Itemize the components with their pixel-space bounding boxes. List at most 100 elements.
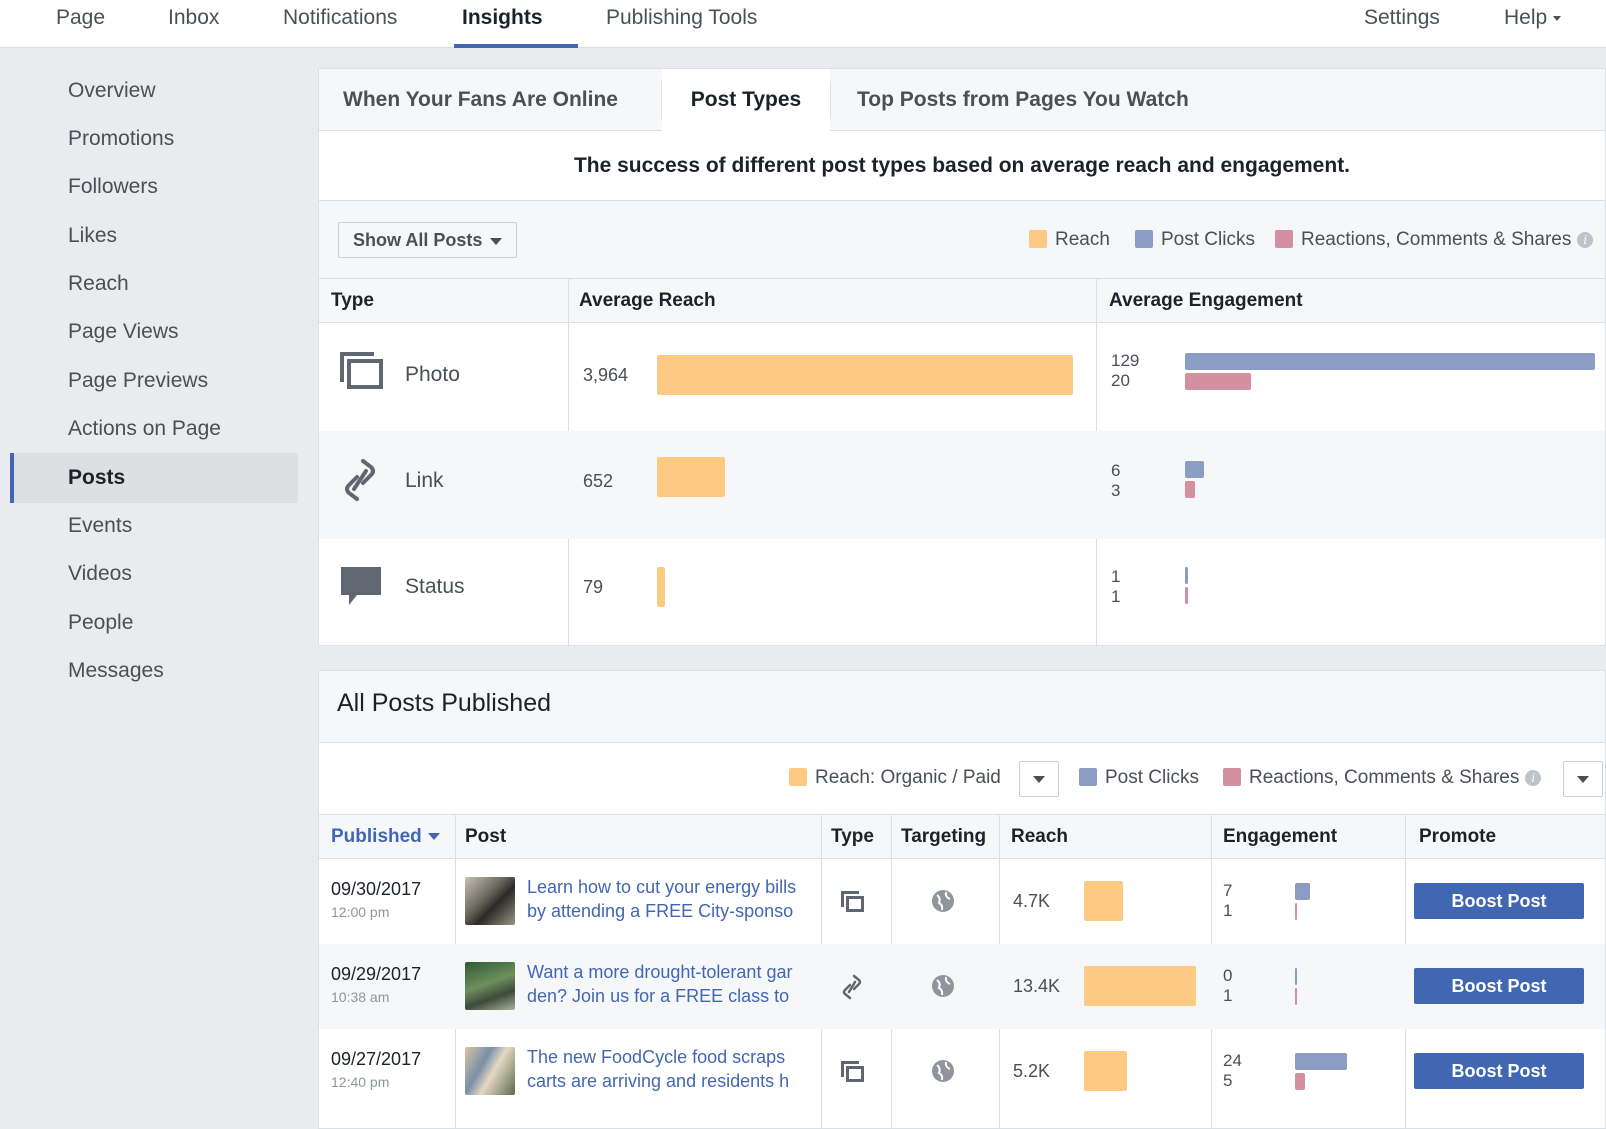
table-row[interactable]: 09/29/2017 10:38 am Want a more drought-… <box>319 944 1605 1029</box>
average-reactions-bar <box>1185 481 1195 498</box>
average-reach-value: 652 <box>583 471 614 491</box>
all-posts-table-header: Published Post Type Targeting Reach Enga… <box>319 815 1605 859</box>
top-nav: Page Inbox Notifications Insights Publis… <box>0 0 1606 48</box>
post-thumbnail[interactable] <box>465 962 515 1010</box>
sidebar-item-likes[interactable]: Likes <box>10 211 298 261</box>
post-thumbnail[interactable] <box>465 877 515 925</box>
globe-icon <box>932 1060 954 1082</box>
boost-post-button[interactable]: Boost Post <box>1414 1053 1584 1089</box>
link-icon <box>345 459 375 501</box>
post-link[interactable]: Learn how to cut your energy bills by at… <box>527 875 807 923</box>
sidebar-item-overview[interactable]: Overview <box>10 66 298 116</box>
post-type-row-photo: Photo 3,964 129 20 <box>319 323 1605 431</box>
post-type-row-link: Link 652 6 3 <box>319 431 1605 539</box>
legend-post-clicks: Post Clicks <box>1135 229 1255 251</box>
show-all-posts-dropdown[interactable]: Show All Posts <box>338 222 518 258</box>
col-average-reach: Average Reach <box>579 290 716 311</box>
sidebar-item-posts[interactable]: Posts <box>10 453 298 503</box>
post-clicks-value: 7 <box>1223 881 1233 900</box>
sidebar-item-actions-on-page[interactable]: Actions on Page <box>10 404 298 454</box>
reach-options-dropdown[interactable] <box>1019 761 1059 797</box>
published-time: 12:00 pm <box>331 904 390 920</box>
info-icon[interactable]: i <box>1577 232 1594 248</box>
average-post-clicks-value: 1 <box>1111 567 1121 586</box>
average-post-clicks-bar <box>1185 461 1204 478</box>
reach-value: 5.2K <box>1013 1061 1051 1081</box>
col-published-sort[interactable]: Published <box>331 815 440 859</box>
sidebar-item-people[interactable]: People <box>10 598 298 648</box>
nav-inbox[interactable]: Inbox <box>168 6 219 30</box>
sidebar-item-messages[interactable]: Messages <box>10 646 298 696</box>
post-text-line: The new FoodCycle food scraps <box>527 1047 786 1067</box>
published-date-cell: 09/27/2017 12:40 pm <box>331 1049 421 1090</box>
published-time: 10:38 am <box>331 989 390 1005</box>
nav-publishing-tools[interactable]: Publishing Tools <box>606 6 757 30</box>
average-reactions-bar <box>1185 587 1188 604</box>
tab-when-fans-online[interactable]: When Your Fans Are Online <box>343 69 618 131</box>
boost-post-button[interactable]: Boost Post <box>1414 883 1584 919</box>
published-date-cell: 09/30/2017 12:00 pm <box>331 879 421 920</box>
post-clicks-swatch <box>1135 230 1153 248</box>
average-reactions-value: 20 <box>1111 371 1130 390</box>
average-reactions-bar <box>1185 373 1251 390</box>
average-post-clicks-bar <box>1185 353 1595 370</box>
sidebar-item-page-previews[interactable]: Page Previews <box>10 356 298 406</box>
legend-reactions: Reactions, Comments & Shares i <box>1223 767 1542 789</box>
post-types-card: When Your Fans Are Online Post Types Top… <box>318 68 1606 647</box>
table-row[interactable]: 09/30/2017 12:00 pm Learn how to cut you… <box>319 859 1605 944</box>
tab-top-posts-pages-you-watch[interactable]: Top Posts from Pages You Watch <box>857 69 1189 131</box>
all-posts-card: All Posts Published Reach: Organic / Pai… <box>318 670 1606 1129</box>
col-published-label: Published <box>331 826 422 847</box>
reactions-bar <box>1295 903 1297 920</box>
nav-page[interactable]: Page <box>56 6 105 30</box>
reactions-bar <box>1295 1073 1305 1090</box>
sidebar-item-followers[interactable]: Followers <box>10 162 298 212</box>
reach-swatch <box>1029 230 1047 248</box>
engagement-options-dropdown[interactable] <box>1563 761 1603 797</box>
sidebar-item-page-views[interactable]: Page Views <box>10 307 298 357</box>
legend-reach-organic-paid: Reach: Organic / Paid <box>789 767 1001 789</box>
sidebar-item-events[interactable]: Events <box>10 501 298 551</box>
reactions-value: 1 <box>1223 986 1233 1005</box>
globe-icon <box>932 890 954 912</box>
post-text-line: Want a more drought-tolerant gar <box>527 962 793 982</box>
sidebar-item-promotions[interactable]: Promotions <box>10 114 298 164</box>
average-reach-value: 3,964 <box>583 365 629 385</box>
sidebar-item-reach[interactable]: Reach <box>10 259 298 309</box>
reach-value: 13.4K <box>1013 976 1061 996</box>
post-thumbnail[interactable] <box>465 1047 515 1095</box>
post-clicks-value: 0 <box>1223 966 1233 985</box>
nav-settings[interactable]: Settings <box>1364 6 1440 30</box>
nav-help-label: Help <box>1504 6 1548 29</box>
nav-help[interactable]: Help <box>1504 6 1562 30</box>
post-clicks-bar <box>1295 968 1297 985</box>
col-targeting: Targeting <box>901 826 987 847</box>
post-link[interactable]: The new FoodCycle food scraps carts are … <box>527 1045 807 1093</box>
nav-notifications[interactable]: Notifications <box>283 6 397 30</box>
post-link[interactable]: Want a more drought-tolerant gar den? Jo… <box>527 960 807 1008</box>
post-type-label: Link <box>405 469 444 492</box>
reach-value: 4.7K <box>1013 891 1051 911</box>
all-posts-filterbar: Reach: Organic / Paid Post Clicks Reacti… <box>319 743 1605 815</box>
table-row[interactable]: 09/27/2017 12:40 pm The new FoodCycle fo… <box>319 1029 1605 1114</box>
average-post-clicks-value: 129 <box>1111 351 1140 370</box>
legend-reach-organic-paid-label: Reach: Organic / Paid <box>815 767 1001 788</box>
reactions-swatch <box>1275 230 1293 248</box>
info-icon[interactable]: i <box>1525 770 1542 786</box>
post-text-line: carts are arriving and residents h <box>527 1071 790 1091</box>
boost-post-button[interactable]: Boost Post <box>1414 968 1584 1004</box>
sidebar-item-videos[interactable]: Videos <box>10 549 298 599</box>
chevron-down-icon <box>1033 776 1045 783</box>
published-date: 09/27/2017 <box>331 1049 422 1069</box>
tab-post-types[interactable]: Post Types <box>662 69 830 132</box>
photo-icon <box>841 1061 864 1082</box>
published-date-cell: 09/29/2017 10:38 am <box>331 964 421 1005</box>
post-text-line: Learn how to cut your energy bills <box>527 877 797 897</box>
published-date: 09/30/2017 <box>331 879 422 899</box>
post-clicks-swatch <box>1079 768 1097 786</box>
chevron-down-icon <box>1553 15 1562 21</box>
published-time: 12:40 pm <box>331 1074 390 1090</box>
nav-insights[interactable]: Insights <box>462 6 543 30</box>
average-reactions-value: 3 <box>1111 481 1121 500</box>
average-reach-bar <box>657 567 665 607</box>
